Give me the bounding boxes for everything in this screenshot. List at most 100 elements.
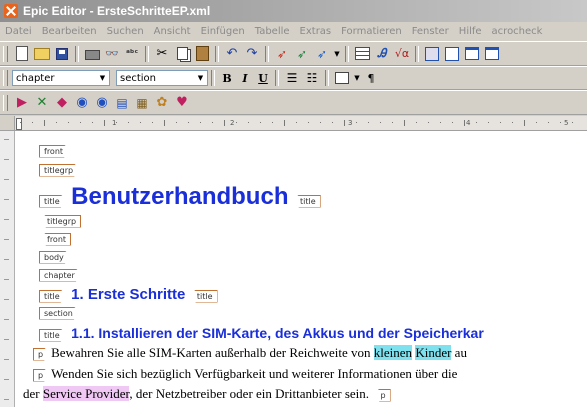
export-icon[interactable] <box>443 45 461 63</box>
toolbar-separator <box>211 70 215 86</box>
show-formatting-button[interactable]: ¶ <box>362 72 380 85</box>
find-binoculars-icon[interactable]: 👓 <box>103 45 121 63</box>
section-combo[interactable]: section ▼ <box>116 70 208 86</box>
ruler-tick <box>296 122 297 123</box>
p-start-tag[interactable]: p <box>33 369 51 382</box>
bulleted-list-icon[interactable]: ☷ <box>303 69 321 87</box>
standard-toolbar: 👓 ᵃᵇᶜ ✂ ↶ ↷ ➶ ➶ ➶ ▼ Ꭿ √α <box>0 41 587 66</box>
tag-insert-icon[interactable]: ▶ <box>13 94 31 112</box>
markup-icon[interactable]: ➶ <box>313 45 331 63</box>
front-end-tag[interactable]: front <box>39 232 72 246</box>
chevron-down-icon[interactable]: ▼ <box>194 71 207 85</box>
menu-datei[interactable]: Datei <box>0 26 37 37</box>
menu-bar: Datei Bearbeiten Suchen Ansicht Einfügen… <box>0 22 587 41</box>
paragraph-1: p Bewahren Sie alle SIM-Karten außerhalb … <box>33 345 467 361</box>
tag-join-icon[interactable]: ◉ <box>73 94 91 112</box>
menu-acrocheck[interactable]: acrocheck <box>487 26 548 37</box>
numbered-list-icon[interactable]: ☰ <box>283 69 301 87</box>
change-element-icon[interactable]: ➶ <box>293 45 311 63</box>
tag-remove-icon[interactable]: ✕ <box>33 94 51 112</box>
redo-icon[interactable]: ↷ <box>243 45 261 63</box>
title-end-tag[interactable]: title <box>188 289 218 303</box>
insert-equation-icon[interactable]: √α <box>393 45 411 63</box>
toolbar-separator <box>265 45 269 62</box>
toolbar-grip[interactable] <box>3 94 8 111</box>
ruler-tick <box>116 122 117 123</box>
formatting-toolbar: chapter ▼ section ▼ B I U ☰ ☷ ▼ ¶ <box>0 66 587 90</box>
menu-suchen[interactable]: Suchen <box>102 26 149 37</box>
ruler-number: 1 <box>112 119 117 127</box>
title-end-tag[interactable]: title <box>291 194 321 208</box>
chapter-start-tag[interactable]: chapter <box>39 269 83 282</box>
title-start-tag[interactable]: title <box>39 290 68 303</box>
structure-icon[interactable]: ▦ <box>133 94 151 112</box>
insert-table-row-icon[interactable] <box>333 69 351 87</box>
undo-icon[interactable]: ↶ <box>223 45 241 63</box>
ruler: 1 2 3 4 5 <box>0 116 587 131</box>
insert-element-icon[interactable]: ➶ <box>273 45 291 63</box>
tag-split-icon[interactable]: ◆ <box>53 94 71 112</box>
ruler-tick <box>380 122 381 123</box>
ruler-number: 2 <box>230 119 235 127</box>
paste-icon[interactable] <box>193 45 211 63</box>
menu-tabelle[interactable]: Tabelle <box>250 26 295 37</box>
document-list-icon[interactable]: ▤ <box>113 94 131 112</box>
gutter-mark <box>4 279 9 280</box>
italic-button[interactable]: I <box>236 72 254 85</box>
book-title: Benutzerhandbuch <box>71 183 289 210</box>
ruler-tick <box>200 122 201 123</box>
menu-extras[interactable]: Extras <box>295 26 337 37</box>
insert-graphic-icon[interactable]: Ꭿ <box>373 45 391 63</box>
menu-einfuegen[interactable]: Einfügen <box>196 26 250 37</box>
menu-bearbeiten[interactable]: Bearbeiten <box>37 26 102 37</box>
toolbar-grip[interactable] <box>3 45 8 62</box>
gutter-mark <box>4 179 9 180</box>
save-icon[interactable] <box>53 45 71 63</box>
print-icon[interactable] <box>83 45 101 63</box>
body-start-tag[interactable]: body <box>39 251 72 264</box>
underline-button[interactable]: U <box>254 72 272 85</box>
ruler-tick <box>224 120 225 126</box>
ruler-tick <box>284 120 285 126</box>
ruler-tick <box>68 122 69 123</box>
cut-icon[interactable]: ✂ <box>153 45 171 63</box>
window-full-icon[interactable] <box>483 45 501 63</box>
copy-icon[interactable] <box>173 45 191 63</box>
toolbar-grip[interactable] <box>3 70 8 86</box>
title-start-tag[interactable]: title <box>39 329 68 342</box>
p-end-tag[interactable]: p <box>372 388 391 402</box>
menu-formatieren[interactable]: Formatieren <box>336 26 407 37</box>
tag-row: body <box>39 250 72 264</box>
ruler-tick <box>488 122 489 123</box>
insert-table-icon[interactable] <box>353 45 371 63</box>
preview-icon[interactable] <box>423 45 441 63</box>
title-start-tag[interactable]: title <box>39 195 68 208</box>
section-start-tag[interactable]: section <box>39 307 81 320</box>
element-type-combo[interactable]: chapter ▼ <box>12 70 110 86</box>
front-start-tag[interactable]: front <box>39 145 71 158</box>
menu-hilfe[interactable]: Hilfe <box>454 26 487 37</box>
ruler-view-toggle-icon[interactable] <box>0 116 15 130</box>
titlegrp-start-tag[interactable]: titlegrp <box>39 164 81 177</box>
ruler-number: 5 <box>564 119 569 127</box>
toolbar-separator <box>75 45 79 62</box>
menu-ansicht[interactable]: Ansicht <box>149 26 196 37</box>
ruler-tick <box>392 122 393 123</box>
ruler-tick <box>140 122 141 123</box>
open-folder-icon[interactable] <box>33 45 51 63</box>
ruler-tick <box>20 122 21 123</box>
publish-icon[interactable]: ♥ <box>173 94 191 112</box>
validate-icon[interactable]: ◉ <box>93 94 111 112</box>
new-document-icon[interactable] <box>13 45 31 63</box>
document-area[interactable]: front titlegrp title Benutzerhandbuch ti… <box>15 131 587 407</box>
titlegrp-end-tag[interactable]: titlegrp <box>39 214 82 228</box>
chevron-down-icon[interactable]: ▼ <box>96 71 109 85</box>
menu-fenster[interactable]: Fenster <box>407 26 454 37</box>
markup-dropdown-icon[interactable]: ▼ <box>333 45 341 63</box>
table-dropdown-icon[interactable]: ▼ <box>353 69 361 87</box>
p-start-tag[interactable]: p <box>33 348 51 361</box>
spellcheck-icon[interactable]: ᵃᵇᶜ <box>123 45 141 63</box>
component-icon[interactable]: ✿ <box>153 94 171 112</box>
bold-button[interactable]: B <box>218 72 236 85</box>
window-split-icon[interactable] <box>463 45 481 63</box>
